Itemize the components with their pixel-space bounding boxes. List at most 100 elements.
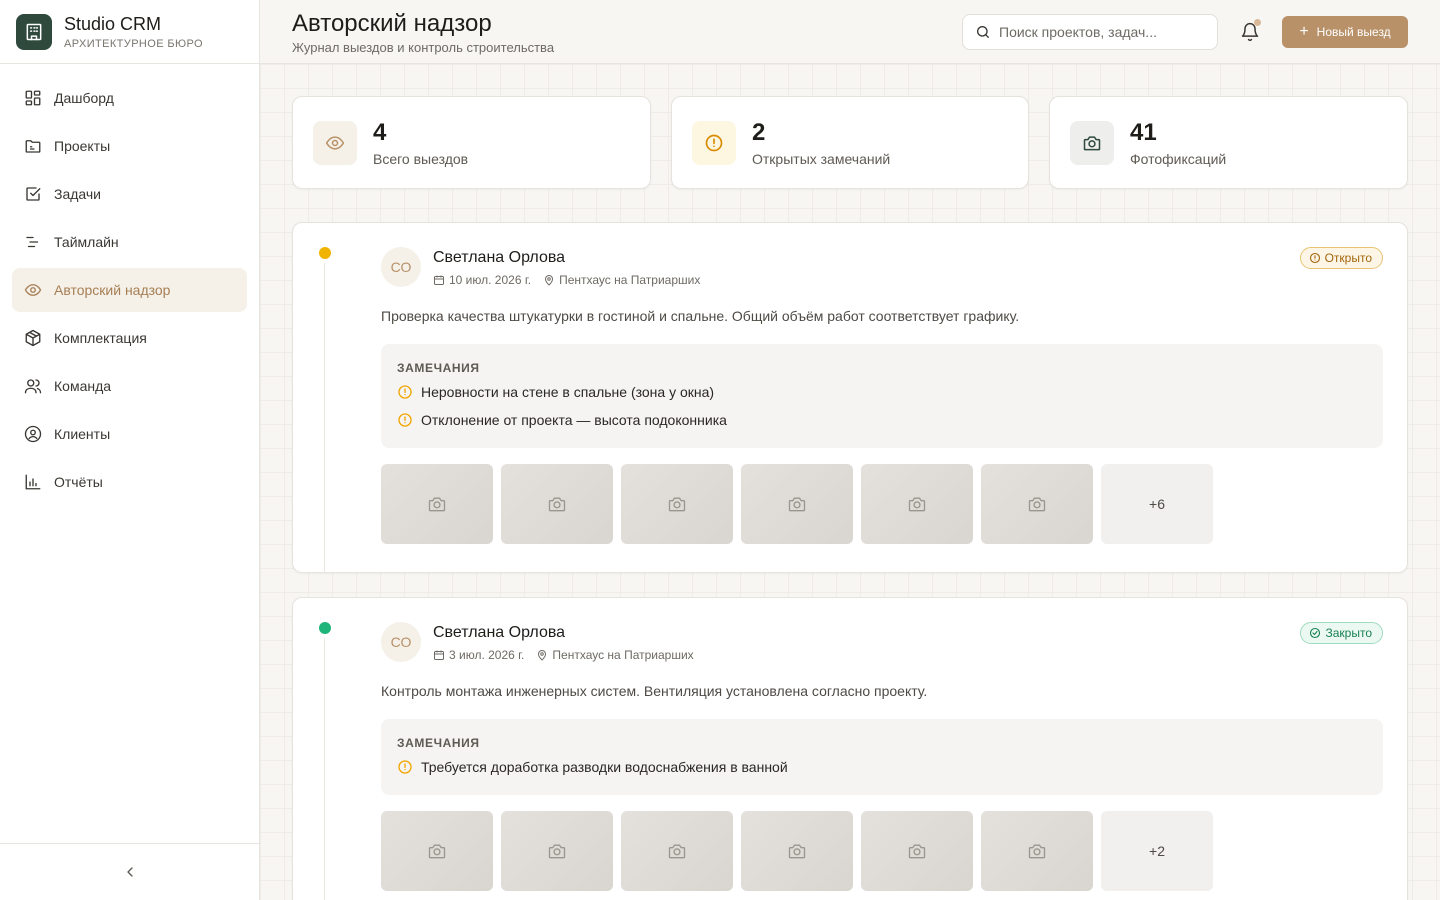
photo-thumbnail[interactable] [861, 464, 973, 544]
timeline-icon [24, 233, 42, 251]
notification-dot [1254, 19, 1261, 26]
topbar: Авторский надзор Журнал выездов и контро… [260, 0, 1440, 64]
avatar: СО [381, 622, 421, 662]
photo-gallery: +2 [381, 811, 1221, 891]
main-content: 4 Всего выездов 2 Открытых замечаний 41 … [260, 64, 1440, 900]
status-badge: Закрыто [1300, 622, 1383, 644]
remark-text: Неровности на стене в спальне (зона у ок… [421, 384, 715, 400]
brand-subtitle: АРХИТЕКТУРНОЕ БЮРО [64, 38, 204, 50]
remarks-title: ЗАМЕЧАНИЯ [397, 361, 480, 375]
collapse-sidebar-button[interactable] [0, 843, 259, 900]
brand-name: Studio CRM [64, 14, 162, 34]
chevron-left-icon [126, 867, 133, 877]
sidebar-item-label: Клиенты [54, 426, 111, 442]
timeline-dot [319, 622, 331, 634]
sidebar-item-dashboard[interactable]: Дашборд [12, 76, 247, 120]
remark-item: Требуется доработка разводки водоснабжен… [397, 759, 788, 775]
photo-thumbnail[interactable] [861, 811, 973, 891]
sidebar-item-reports[interactable]: Отчёты [12, 460, 247, 504]
photo-thumbnail[interactable] [621, 811, 733, 891]
camera-icon [668, 497, 686, 512]
sidebar-item-supervision[interactable]: Авторский надзор [12, 268, 247, 312]
more-photos-button[interactable]: +2 [1101, 811, 1213, 891]
sidebar-item-timeline[interactable]: Таймлайн [12, 220, 247, 264]
sidebar-item-clients[interactable]: Клиенты [12, 412, 247, 456]
camera-icon [1028, 497, 1046, 512]
map-pin-icon [536, 649, 548, 661]
photo-thumbnail[interactable] [981, 464, 1093, 544]
sidebar-item-projects[interactable]: Проекты [12, 124, 247, 168]
sidebar-item-label: Отчёты [54, 474, 103, 490]
camera-icon [1028, 844, 1046, 859]
sidebar-item-label: Дашборд [54, 90, 114, 106]
photo-thumbnail[interactable] [981, 811, 1093, 891]
remarks-panel: ЗАМЕЧАНИЯ Неровности на стене в спальне … [381, 344, 1383, 448]
sidebar-item-procurement[interactable]: Комплектация [12, 316, 247, 360]
chart-icon [24, 473, 42, 491]
visit-card[interactable]: СО Светлана Орлова 3 июл. 2026 г. Пентха… [292, 597, 1408, 900]
photo-thumbnail[interactable] [381, 811, 493, 891]
timeline-line [324, 263, 325, 574]
camera-icon [788, 497, 806, 512]
camera-icon [428, 497, 446, 512]
status-label: Открыто [1324, 251, 1372, 265]
photo-thumbnail[interactable] [501, 811, 613, 891]
checkbox-icon [24, 185, 42, 203]
box-icon [24, 329, 42, 347]
photo-thumbnail[interactable] [741, 811, 853, 891]
remark-item: Неровности на стене в спальне (зона у ок… [397, 384, 714, 400]
camera-icon [1070, 121, 1114, 165]
camera-icon [908, 497, 926, 512]
camera-icon [908, 844, 926, 859]
sidebar-nav: Дашборд Проекты Задачи Таймлайн Авторски… [0, 64, 259, 520]
stat-label: Открытых замечаний [752, 151, 891, 167]
page-title: Авторский надзор [292, 10, 492, 37]
timeline-dot [319, 247, 331, 259]
camera-icon [788, 844, 806, 859]
remark-item: Отклонение от проекта — высота подоконни… [397, 412, 727, 428]
sidebar-item-tasks[interactable]: Задачи [12, 172, 247, 216]
stat-card-photos: 41 Фотофиксаций [1049, 96, 1408, 189]
camera-icon [668, 844, 686, 859]
sidebar-item-label: Команда [54, 378, 112, 394]
photo-thumbnail[interactable] [501, 464, 613, 544]
check-circle-icon [1309, 627, 1321, 639]
new-visit-button[interactable]: + Новый выезд [1282, 16, 1408, 48]
sidebar-item-team[interactable]: Команда [12, 364, 247, 408]
visit-description: Проверка качества штукатурки в гостиной … [381, 308, 1020, 324]
search-box[interactable] [962, 14, 1218, 50]
sidebar-item-label: Задачи [54, 186, 102, 202]
visit-location: Пентхаус на Патриарших [552, 648, 694, 662]
stat-label: Фотофиксаций [1130, 151, 1227, 167]
eye-icon [313, 121, 357, 165]
stat-value: 2 [752, 119, 766, 146]
photo-thumbnail[interactable] [621, 464, 733, 544]
visit-author: Светлана Орлова [433, 249, 566, 266]
visit-author: Светлана Орлова [433, 624, 566, 641]
notifications-button[interactable] [1240, 19, 1261, 42]
user-circle-icon [24, 425, 42, 443]
remarks-panel: ЗАМЕЧАНИЯ Требуется доработка разводки в… [381, 719, 1383, 795]
calendar-icon [433, 649, 445, 661]
sidebar: Studio CRM АРХИТЕКТУРНОЕ БЮРО Дашборд Пр… [0, 0, 260, 900]
alert-circle-icon [1309, 252, 1321, 264]
photo-thumbnail[interactable] [381, 464, 493, 544]
visit-date: 3 июл. 2026 г. [449, 648, 525, 662]
visit-card[interactable]: СО Светлана Орлова 10 июл. 2026 г. Пентх… [292, 222, 1408, 574]
stat-value: 4 [373, 119, 387, 146]
stat-card-open-remarks: 2 Открытых замечаний [671, 96, 1029, 189]
photo-thumbnail[interactable] [741, 464, 853, 544]
users-icon [24, 377, 42, 395]
camera-icon [428, 844, 446, 859]
search-icon [977, 26, 989, 38]
search-input[interactable] [999, 24, 1199, 40]
remark-text: Требуется доработка разводки водоснабжен… [421, 759, 788, 775]
dashboard-icon [24, 89, 42, 107]
visit-meta: 3 июл. 2026 г. Пентхаус на Патриарших [433, 648, 694, 662]
alert-circle-icon [397, 412, 413, 428]
brand[interactable]: Studio CRM АРХИТЕКТУРНОЕ БЮРО [0, 0, 259, 64]
status-label: Закрыто [1325, 626, 1372, 640]
map-pin-icon [543, 274, 555, 286]
more-photos-button[interactable]: +6 [1101, 464, 1213, 544]
visit-meta: 10 июл. 2026 г. Пентхаус на Патриарших [433, 273, 700, 287]
